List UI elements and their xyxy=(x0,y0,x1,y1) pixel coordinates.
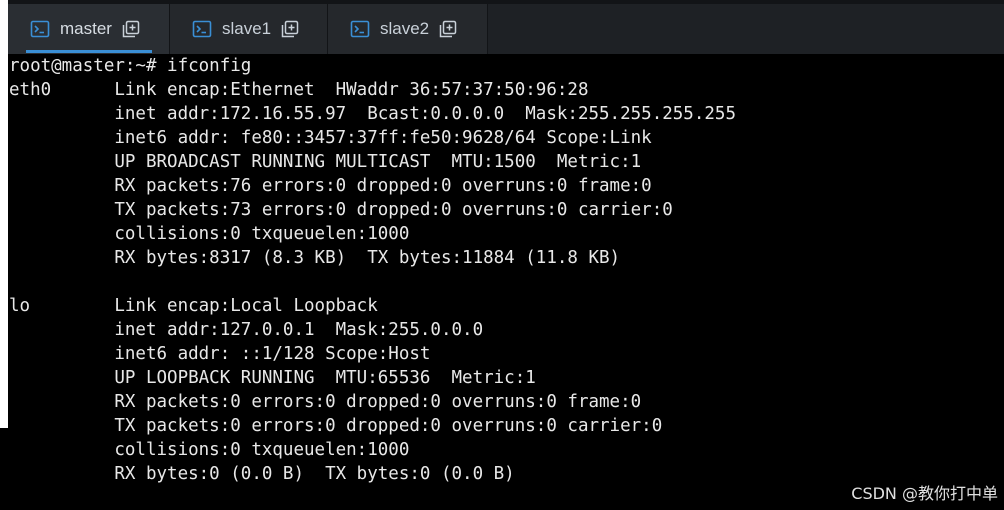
tab-label-slave2: slave2 xyxy=(380,19,430,38)
terminal-line: RX bytes:0 (0.0 B) TX bytes:0 (0.0 B) xyxy=(9,464,515,484)
terminal-line: RX bytes:8317 (8.3 KB) TX bytes:11884 (1… xyxy=(9,248,621,268)
terminal-line: inet addr:127.0.0.1 Mask:255.0.0.0 xyxy=(9,320,484,340)
left-edge-strip xyxy=(0,0,8,510)
active-tab-indicator xyxy=(26,50,152,53)
terminal-line: lo Link encap:Local Loopback xyxy=(9,296,378,316)
tab-slave2[interactable]: slave2 xyxy=(328,4,488,54)
tab-master[interactable]: master xyxy=(8,4,170,54)
terminal-line: eth0 Link encap:Ethernet HWaddr 36:57:37… xyxy=(9,80,589,100)
terminal-line: TX packets:73 errors:0 dropped:0 overrun… xyxy=(9,200,673,220)
terminal-line: UP BROADCAST RUNNING MULTICAST MTU:1500 … xyxy=(9,152,642,172)
new-window-icon[interactable] xyxy=(439,20,457,38)
terminal-line: inet6 addr: ::1/128 Scope:Host xyxy=(9,344,431,364)
left-edge-dark-segment xyxy=(0,428,8,510)
terminal-line: RX packets:0 errors:0 dropped:0 overruns… xyxy=(9,392,642,412)
new-window-icon[interactable] xyxy=(122,20,140,38)
terminal-line: TX packets:0 errors:0 dropped:0 overruns… xyxy=(9,416,663,436)
terminal-output[interactable]: root@master:~# ifconfig eth0 Link encap:… xyxy=(8,54,1004,510)
terminal-line: RX packets:76 errors:0 dropped:0 overrun… xyxy=(9,176,652,196)
terminal-line: UP LOOPBACK RUNNING MTU:65536 Metric:1 xyxy=(9,368,536,388)
tab-bar: master slave1 slave2 xyxy=(8,0,1004,54)
terminal-icon xyxy=(192,20,212,38)
new-window-icon[interactable] xyxy=(281,20,299,38)
tab-slave1[interactable]: slave1 xyxy=(170,4,328,54)
terminal-line: collisions:0 txqueuelen:1000 xyxy=(9,224,410,244)
terminal-window: master slave1 slave2 root@master:~# ifco… xyxy=(0,0,1004,510)
terminal-icon xyxy=(30,20,50,38)
terminal-icon xyxy=(350,20,370,38)
terminal-line: root@master:~# ifconfig xyxy=(9,56,252,76)
tab-label-master: master xyxy=(60,19,112,38)
terminal-line: inet addr:172.16.55.97 Bcast:0.0.0.0 Mas… xyxy=(9,104,736,124)
terminal-line: inet6 addr: fe80::3457:37ff:fe50:9628/64… xyxy=(9,128,652,148)
tab-label-slave1: slave1 xyxy=(222,19,272,38)
tab-bar-top-border xyxy=(8,0,1004,4)
terminal-line: collisions:0 txqueuelen:1000 xyxy=(9,440,410,460)
watermark: CSDN @教你打中单 xyxy=(851,484,998,503)
